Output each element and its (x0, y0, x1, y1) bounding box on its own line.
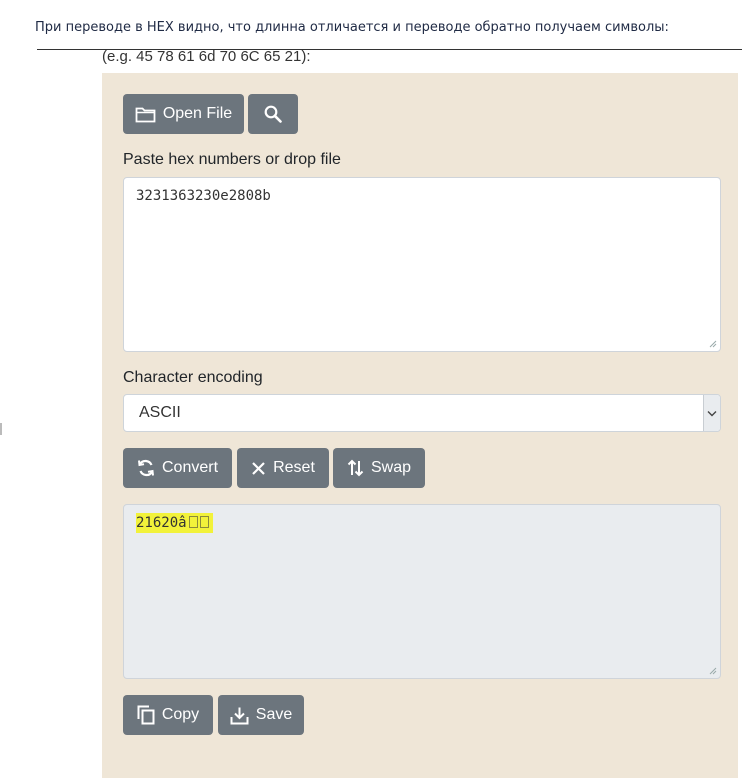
open-file-button[interactable]: Open File (123, 94, 244, 134)
swap-button[interactable]: Swap (333, 448, 425, 488)
copy-button[interactable]: Copy (123, 695, 213, 735)
refresh-icon (137, 459, 155, 477)
convert-button[interactable]: Convert (123, 448, 232, 488)
text-output-value: 21620â (136, 515, 187, 531)
folder-icon (135, 106, 156, 123)
save-label: Save (255, 706, 293, 723)
encoding-selected: ASCII (139, 404, 181, 421)
encoding-label: Character encoding (123, 369, 263, 386)
scroll-mark (0, 423, 2, 435)
convert-label: Convert (161, 459, 219, 476)
open-file-label: Open File (162, 105, 233, 122)
hex-input-value: 3231363230e2808b (136, 188, 271, 204)
swap-label: Swap (370, 459, 412, 476)
search-icon (264, 105, 282, 123)
output-highlight: 21620â (136, 513, 213, 533)
save-button[interactable]: Save (218, 695, 304, 735)
reset-button[interactable]: Reset (237, 448, 329, 488)
hex-input[interactable]: 3231363230e2808b (123, 177, 721, 352)
resize-grip-icon[interactable] (708, 339, 717, 348)
copy-label: Copy (161, 706, 200, 723)
text-output[interactable]: 21620â (123, 504, 721, 679)
swap-arrows-icon (347, 459, 364, 477)
reset-label: Reset (273, 459, 315, 476)
unprintable-char-icon (199, 516, 209, 528)
copy-icon (137, 705, 155, 725)
intro-text: При переводе в HEX видно, что длинна отл… (35, 20, 669, 35)
input-label: Paste hex numbers or drop file (123, 151, 341, 168)
unprintable-char-icon (188, 516, 198, 528)
resize-grip-icon[interactable] (708, 666, 717, 675)
search-button[interactable] (248, 94, 298, 134)
close-icon (251, 461, 266, 476)
download-icon (230, 706, 249, 725)
example-text: (e.g. 45 78 61 6d 70 6C 65 21): (102, 48, 311, 65)
encoding-select[interactable]: ASCII (123, 394, 721, 432)
chevron-down-icon[interactable] (703, 395, 720, 431)
hex-converter-panel: Open File Paste hex numbers or drop file… (102, 73, 738, 778)
